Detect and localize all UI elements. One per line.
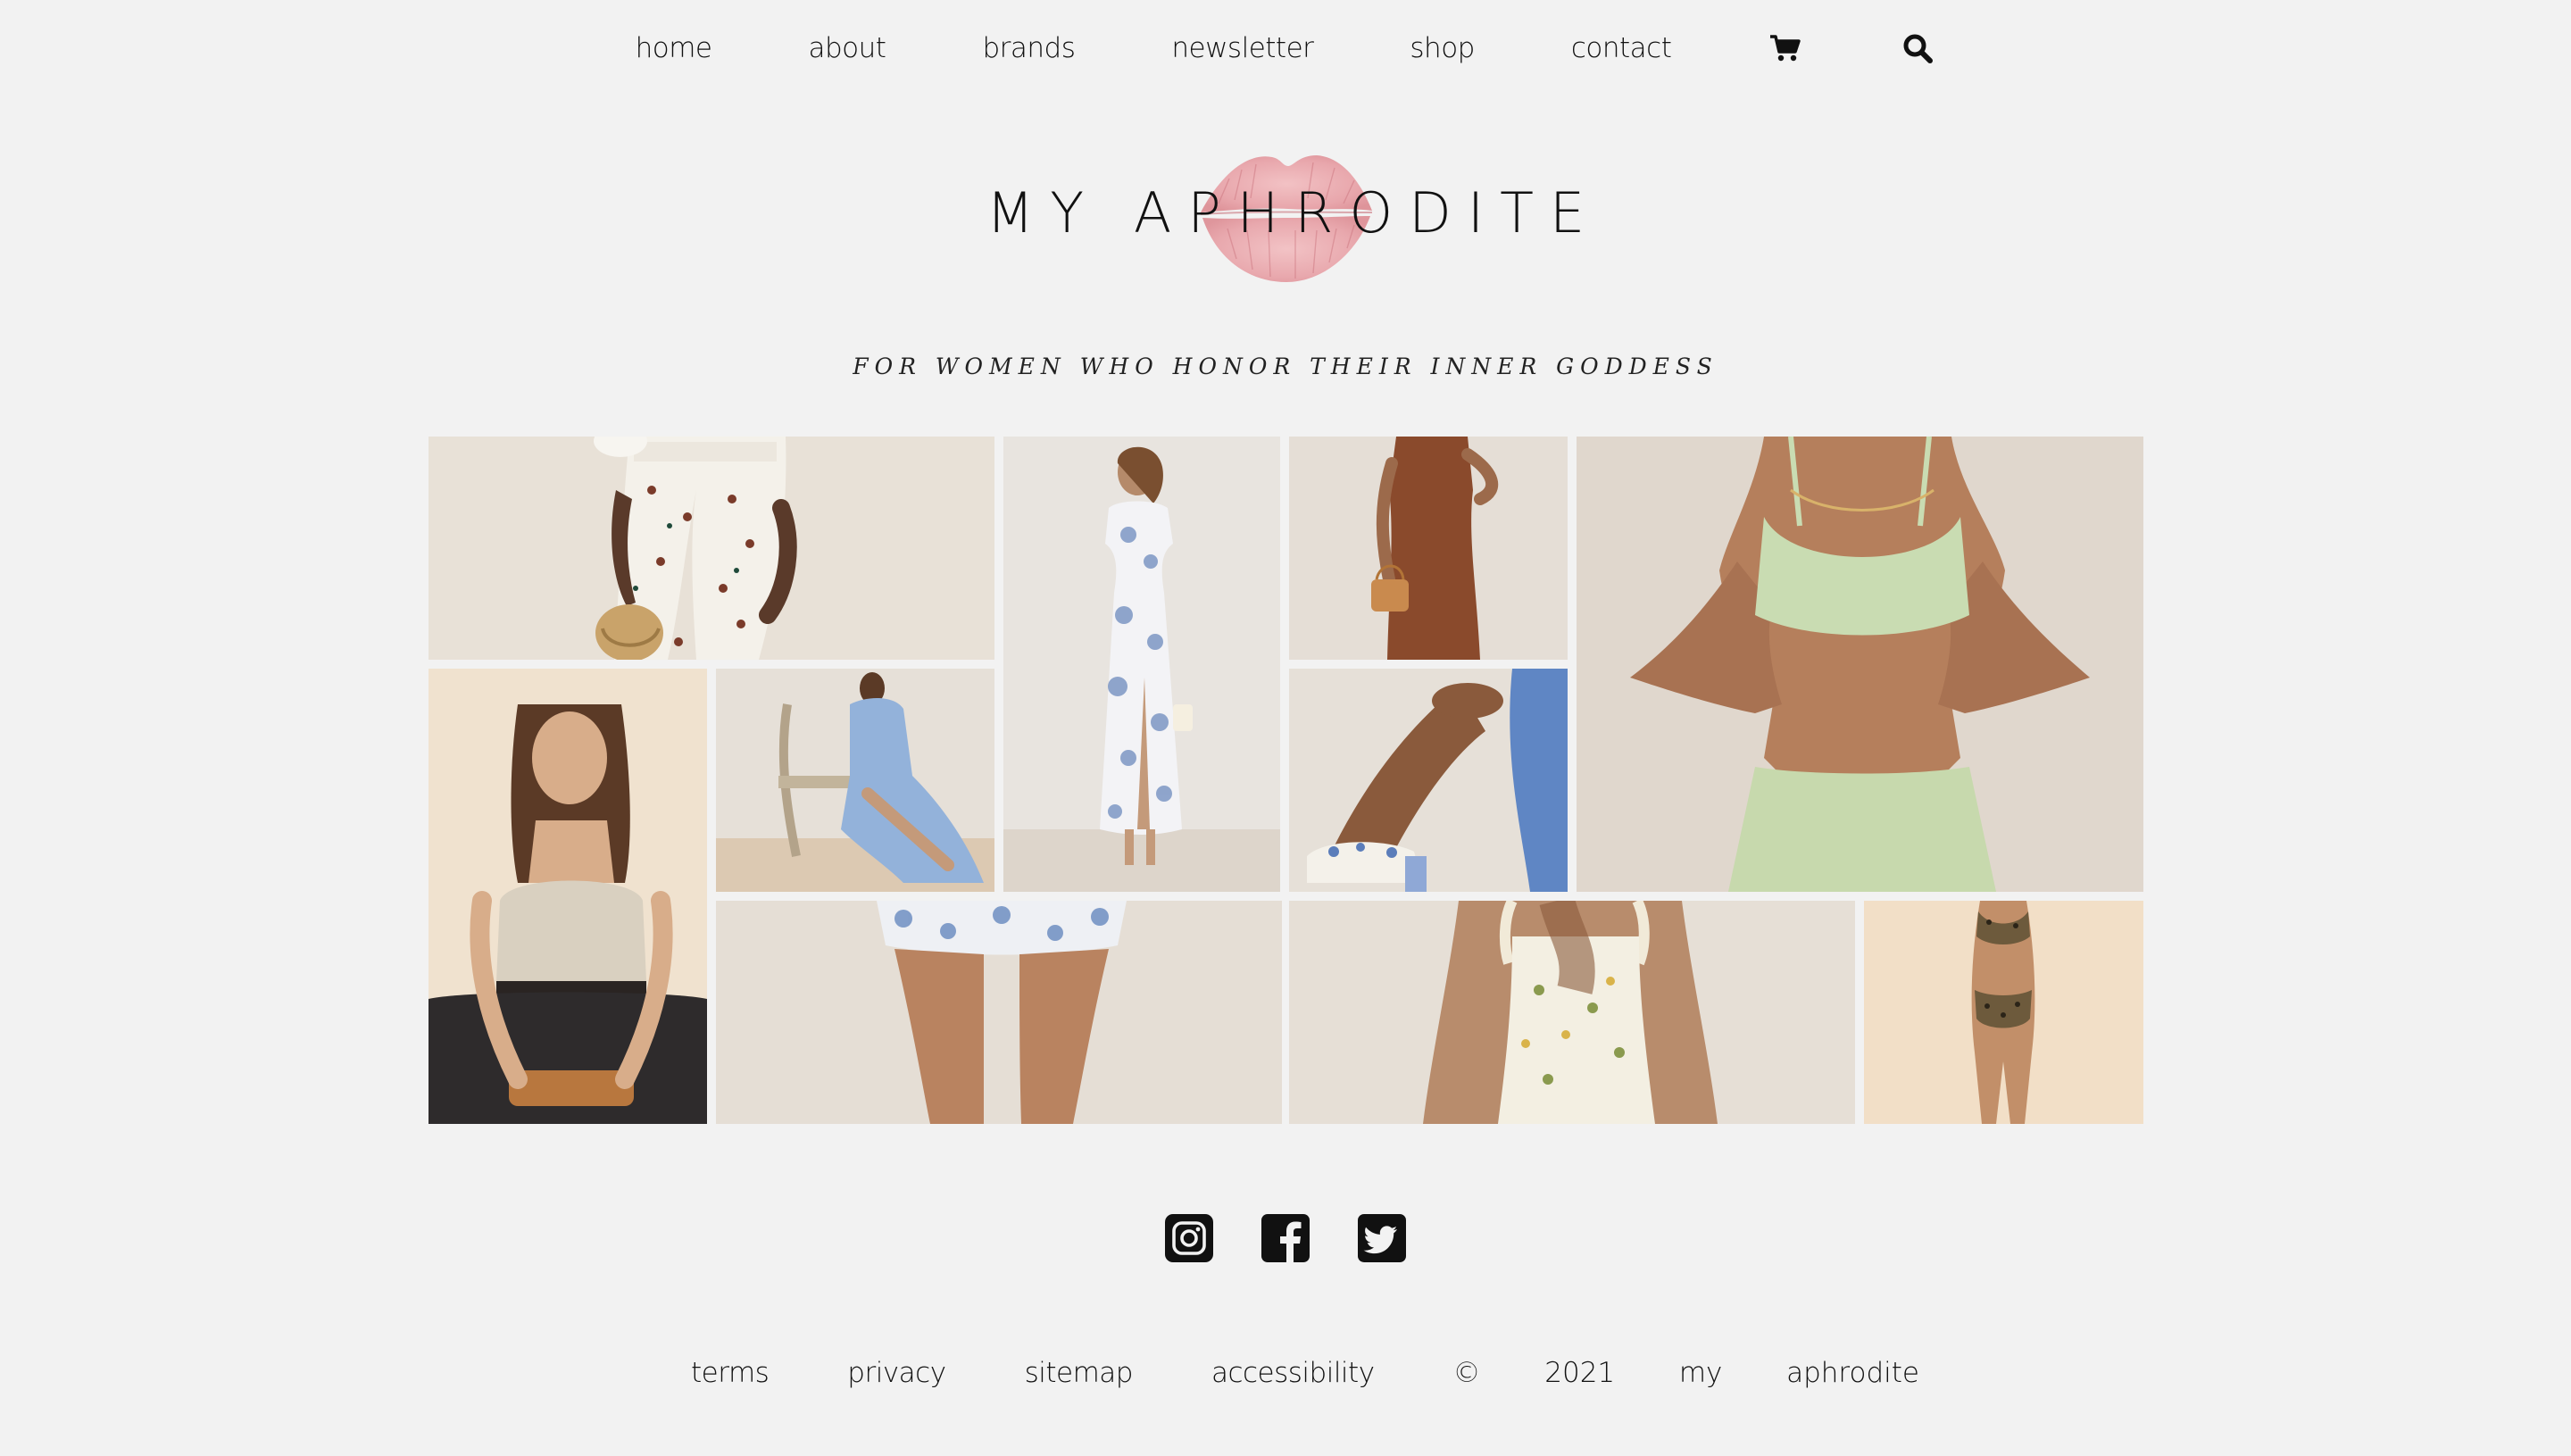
footer-terms[interactable]: terms [691,1357,770,1389]
floral-smocked-top-photo[interactable] [1289,901,1855,1124]
floral-sandal-photo[interactable] [1289,669,1568,892]
product-gallery [428,437,2143,1124]
leopard-bikini-photo[interactable] [1864,901,2143,1124]
nav-about[interactable]: about [809,20,886,77]
floral-maxi-dress-photo[interactable] [1003,437,1280,892]
footer-sitemap[interactable]: sitemap [1025,1357,1134,1389]
instagram-icon[interactable] [1165,1214,1213,1262]
cart-icon[interactable] [1768,20,1803,77]
tagline: FOR WOMEN WHO HONOR THEIR INNER GODDESS [853,354,1718,379]
nav-newsletter[interactable]: newsletter [1171,20,1314,77]
white-floral-jeans-photo[interactable] [428,437,994,660]
brown-midi-dress-photo[interactable] [1289,437,1568,660]
logo-text: MY APHRODITE [986,180,1602,245]
footer-accessibility[interactable]: accessibility [1211,1357,1375,1389]
top-navigation: home about brands newsletter shop contac… [0,20,2571,77]
mint-sports-set-photo[interactable] [1577,437,2143,892]
blue-gown-chair-photo[interactable] [716,669,994,892]
facebook-icon[interactable] [1261,1214,1310,1262]
nav-contact[interactable]: contact [1571,20,1672,77]
nav-home[interactable]: home [636,20,712,77]
footer-privacy[interactable]: privacy [847,1357,946,1389]
twitter-icon[interactable] [1358,1214,1406,1262]
nav-shop[interactable]: shop [1410,20,1475,77]
floral-mini-skirt-photo[interactable] [716,901,1282,1124]
nav-brands[interactable]: brands [982,20,1075,77]
cami-black-jeans-photo[interactable] [428,669,707,1124]
brand-logo[interactable]: MY APHRODITE [0,125,2571,304]
social-links [0,1214,2571,1264]
footer: terms privacy sitemap accessibility © 20… [0,1348,2571,1398]
search-icon[interactable] [1900,20,1935,77]
copyright-notice: © 2021 my aphrodite [1452,1357,1919,1389]
